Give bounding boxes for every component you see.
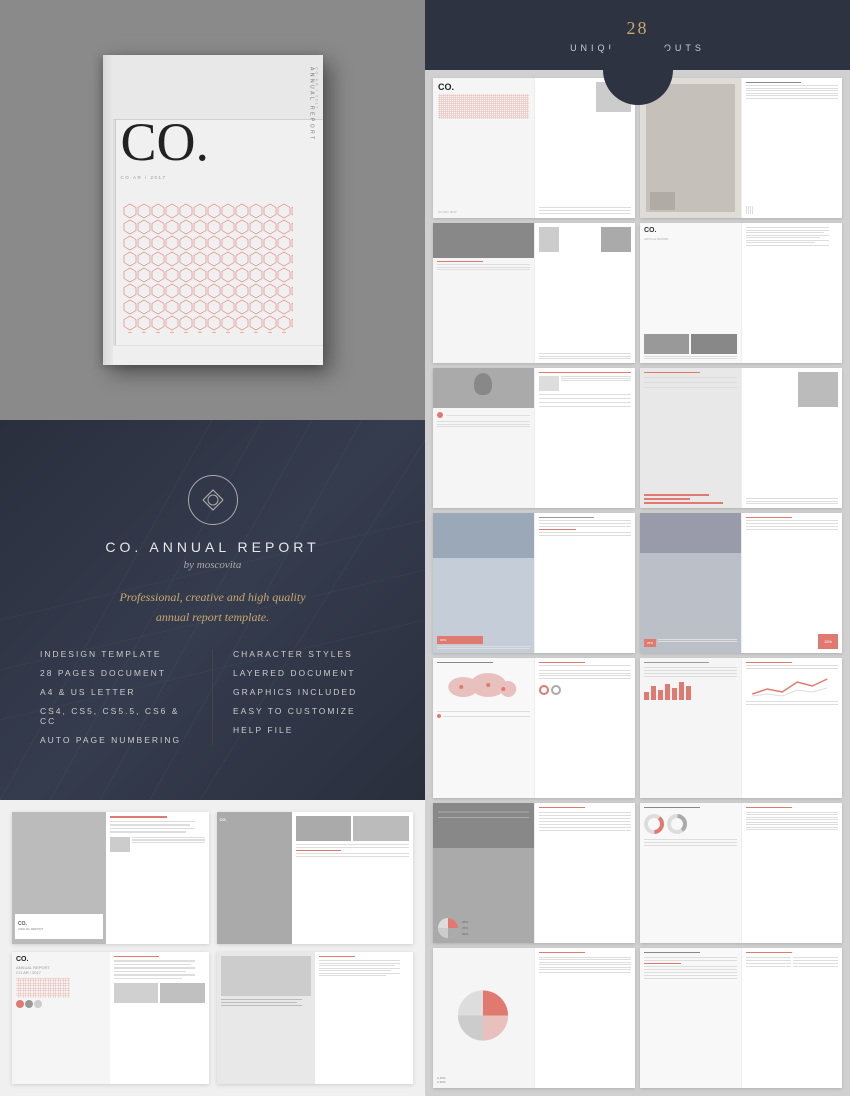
moscovita-logo [188,475,238,525]
thumb-10 [640,658,842,798]
spread-page-2: CO. [217,812,414,944]
thumb-6 [640,368,842,508]
cover-co-label: CO. [121,115,210,169]
thumb-1: CO. CO.AR / 2017 [433,78,635,218]
thumb-13: ● 25% ● 30% [433,948,635,1088]
thumb-5 [433,368,635,508]
thumb-2 [640,78,842,218]
left-panel: ANNUAL REPORT CO.AR / 2017 CO. CO.AR / 2… [0,0,425,1096]
feature-item: AUTO PAGE NUMBERING [40,735,192,745]
feature-item: INDESIGN TEMPLATE [40,649,192,659]
spread-page-1: CO. ANNUAL REPORT [12,812,209,944]
thumb-3 [433,223,635,363]
feature-item: LAYERED DOCUMENT [233,668,385,678]
thumb-11: 35% 25% 40% [433,803,635,943]
feature-item: EASY TO CUSTOMIZE [233,706,385,716]
thumb-7: 30% [433,513,635,653]
info-section: CO. ANNUAL REPORT by moscovita Professio… [0,420,425,800]
spread-row-1: CO. ANNUAL REPORT [12,812,413,944]
thumbnails-grid: CO. CO.AR / 2017 [425,70,850,1096]
spread-row-2: CO. ANNUAL REPORTCO.AR / 2017 [12,952,413,1084]
feature-item: CHARACTER STYLES [233,649,385,659]
info-features: INDESIGN TEMPLATE 28 PAGES DOCUMENT A4 &… [40,649,385,745]
feature-item: GRAPHICS INCLUDED [233,687,385,697]
info-tagline: Professional, creative and high quality … [119,587,305,628]
thumb-12 [640,803,842,943]
spread-section: CO. ANNUAL REPORT [0,800,425,1096]
info-col-right: CHARACTER STYLES LAYERED DOCUMENT GRAPHI… [213,649,385,745]
right-panel: 28 UNIQUE LAYOUTS CO. CO.AR / 2017 [425,0,850,1096]
thumb-14 [640,948,842,1088]
info-col-left: INDESIGN TEMPLATE 28 PAGES DOCUMENT A4 &… [40,649,213,745]
feature-item: A4 & US LETTER [40,687,192,697]
info-title: CO. ANNUAL REPORT [105,539,319,555]
thumb-4: CO. ANNUAL REPORT [640,223,842,363]
thumb-9 [433,658,635,798]
feature-item: CS4, CS5, CS5.5, CS6 & CC [40,706,192,726]
info-byline: by moscovita [184,559,242,571]
spread-page-4 [217,952,414,1084]
feature-item: HELP FILE [233,725,385,735]
cover-book: ANNUAL REPORT CO.AR / 2017 CO. CO.AR / 2… [103,55,323,365]
cover-pattern [123,203,293,333]
cover-section: ANNUAL REPORT CO.AR / 2017 CO. CO.AR / 2… [0,0,425,420]
spread-page-3: CO. ANNUAL REPORTCO.AR / 2017 [12,952,209,1084]
thumb-8: 25% 15% [640,513,842,653]
feature-item: 28 PAGES DOCUMENT [40,668,192,678]
